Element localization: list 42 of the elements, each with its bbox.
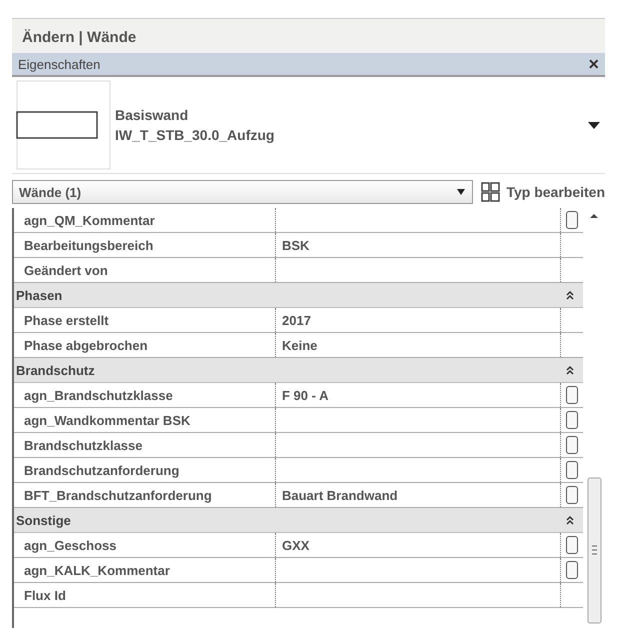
- property-name: agn_Geschoss: [14, 533, 276, 557]
- panel-title: Eigenschaften: [18, 56, 100, 72]
- ribbon-context-title: Ändern | Wände: [22, 29, 136, 46]
- property-name: Flux Id: [14, 583, 276, 607]
- associate-parameter-button[interactable]: [566, 211, 578, 229]
- property-name: Bearbeitungsbereich: [14, 233, 276, 257]
- property-value[interactable]: 2017: [276, 308, 561, 332]
- property-name: Brandschutzanforderung: [14, 458, 276, 482]
- associate-parameter-button[interactable]: [566, 486, 578, 504]
- property-value[interactable]: GXX: [276, 533, 561, 557]
- associate-parameter-button[interactable]: [566, 436, 578, 454]
- property-name: agn_KALK_Kommentar: [14, 558, 276, 582]
- property-name: agn_Brandschutzklasse: [14, 383, 276, 407]
- property-value[interactable]: Keine: [276, 333, 561, 357]
- property-name: agn_QM_Kommentar: [14, 208, 276, 232]
- type-selector[interactable]: Basiswand IW_T_STB_30.0_Aufzug: [12, 77, 605, 174]
- associate-parameter-button[interactable]: [566, 411, 578, 429]
- property-value[interactable]: F 90 - A: [276, 383, 561, 407]
- property-name: agn_Wandkommentar BSK: [14, 408, 276, 432]
- associate-parameter-button[interactable]: [566, 386, 578, 404]
- property-name: Geändert von: [14, 258, 276, 282]
- edit-type-button[interactable]: Typ bearbeiten: [481, 182, 605, 202]
- group-header[interactable]: Sonstige: [14, 508, 583, 533]
- property-name: Phase abgebrochen: [14, 333, 276, 357]
- caret-icon: [587, 120, 601, 130]
- type-name: IW_T_STB_30.0_Aufzug: [115, 127, 276, 143]
- close-button[interactable]: ×: [588, 56, 599, 72]
- wall-preview-icon: [16, 80, 111, 170]
- property-name: Phase erstellt: [14, 308, 276, 332]
- property-value[interactable]: Bauart Brandwand: [276, 483, 561, 507]
- caret-icon: [456, 188, 466, 196]
- type-family: Basiswand: [115, 107, 190, 123]
- associate-parameter-button[interactable]: [566, 561, 578, 579]
- associate-parameter-button[interactable]: [566, 461, 578, 479]
- property-name: BFT_Brandschutzanforderung: [14, 483, 276, 507]
- group-header[interactable]: Brandschutz: [14, 358, 583, 383]
- edit-type-icon: [481, 182, 502, 202]
- property-name: Brandschutzklasse: [14, 433, 276, 457]
- property-value[interactable]: BSK: [276, 233, 561, 257]
- element-filter-dropdown[interactable]: Wände (1): [12, 180, 474, 204]
- group-header[interactable]: Phasen: [14, 283, 583, 308]
- associate-parameter-button[interactable]: [566, 536, 578, 554]
